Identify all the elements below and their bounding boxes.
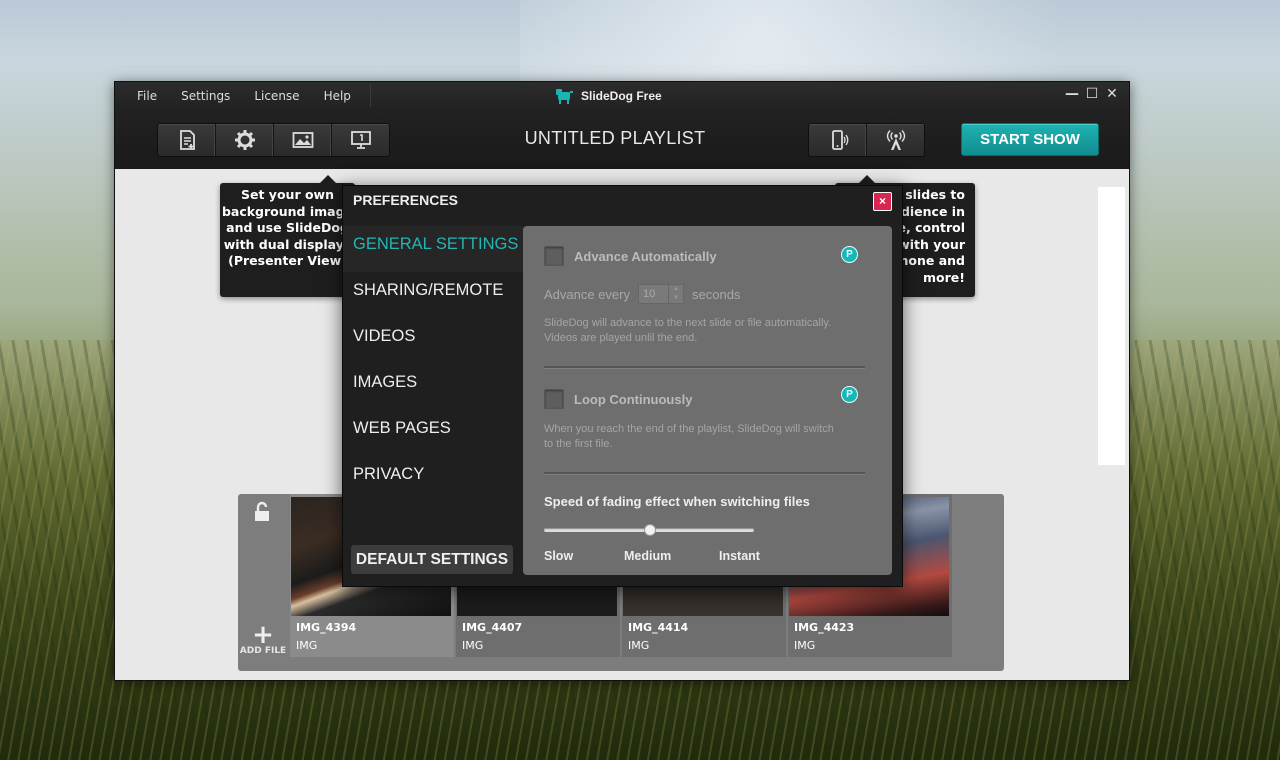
advance-seconds-value[interactable]: 10 xyxy=(639,288,655,300)
advance-automatically-row: Advance Automatically xyxy=(544,246,717,266)
item-type: IMG xyxy=(296,639,318,652)
advance-automatically-label: Advance Automatically xyxy=(574,248,717,264)
desc-line: to the first file. xyxy=(544,438,613,450)
close-window-button[interactable]: ✕ xyxy=(1105,86,1119,102)
speed-tick-instant: Instant xyxy=(719,549,760,563)
fade-speed-slider-knob[interactable] xyxy=(644,524,656,536)
fade-speed-slider[interactable] xyxy=(544,524,754,536)
fade-speed-label: Speed of fading effect when switching fi… xyxy=(544,494,810,509)
title-bar: File Settings License Help SlideDog Free… xyxy=(115,82,1129,109)
divider xyxy=(544,472,865,475)
divider xyxy=(544,366,865,369)
dialog-close-button[interactable]: × xyxy=(873,192,892,211)
tip-line: Set your own xyxy=(241,187,334,202)
advance-seconds-stepper[interactable]: 10 ▲ ▼ xyxy=(638,284,684,304)
item-type: IMG xyxy=(628,639,650,652)
menu-help[interactable]: Help xyxy=(312,89,363,103)
loop-continuously-checkbox[interactable] xyxy=(544,389,564,409)
pro-badge-icon: P xyxy=(841,246,858,263)
advance-automatically-checkbox[interactable] xyxy=(544,246,564,266)
menu-file[interactable]: File xyxy=(125,89,169,103)
menu-settings[interactable]: Settings xyxy=(169,89,242,103)
item-name: IMG_4423 xyxy=(794,621,855,634)
tip-line: with dual displays xyxy=(223,236,352,252)
phone-remote-icon xyxy=(831,130,848,150)
presenter-view-tooltip: Set your own background image and use Sl… xyxy=(220,175,355,297)
stepper-arrows-icon[interactable]: ▲ ▼ xyxy=(668,285,683,303)
advance-every-prefix: Advance every xyxy=(544,286,630,302)
slide-preview-panel xyxy=(1098,187,1125,465)
plus-icon: + xyxy=(252,620,274,650)
menu-license[interactable]: License xyxy=(242,89,311,103)
nav-videos[interactable]: VIDEOS xyxy=(343,318,523,364)
slidedog-logo-icon xyxy=(556,88,573,104)
advance-every-suffix: seconds xyxy=(692,286,741,302)
remote-phone-button[interactable] xyxy=(809,124,867,156)
dialog-title: PREFERENCES xyxy=(353,192,459,208)
start-show-button[interactable]: START SHOW xyxy=(961,123,1099,156)
app-title-text: SlideDog Free xyxy=(581,88,662,103)
loop-description: When you reach the end of the playlist, … xyxy=(544,422,874,452)
loop-continuously-label: Loop Continuously xyxy=(574,391,693,407)
advance-description: SlideDog will advance to the next slide … xyxy=(544,316,874,346)
item-name: IMG_4414 xyxy=(628,621,689,634)
general-settings-panel: Advance Automatically P Advance every 10… xyxy=(523,226,892,575)
desc-line: When you reach the end of the playlist, … xyxy=(544,423,834,435)
speed-tick-slow: Slow xyxy=(544,549,574,563)
nav-general-settings[interactable]: GENERAL SETTINGS xyxy=(343,226,533,272)
nav-sharing-remote[interactable]: SHARING/REMOTE xyxy=(343,272,523,318)
item-name: IMG_4407 xyxy=(462,621,523,634)
broadcast-button[interactable] xyxy=(867,124,924,156)
filmstrip-side: + ADD FILE xyxy=(238,494,288,671)
speed-tick-medium: Medium xyxy=(624,549,672,563)
nav-privacy[interactable]: PRIVACY xyxy=(343,456,523,502)
desc-line: SlideDog will advance to the next slide … xyxy=(544,317,832,329)
nav-images[interactable]: IMAGES xyxy=(343,364,523,410)
broadcast-icon xyxy=(886,130,905,150)
pro-badge-icon: P xyxy=(841,386,858,403)
item-type: IMG xyxy=(794,639,816,652)
maximize-button[interactable]: ☐ xyxy=(1085,86,1099,102)
toolbar: UNTITLED PLAYLIST START SHOW xyxy=(115,109,1129,169)
window-controls: — ☐ ✕ xyxy=(1065,86,1119,102)
app-title: SlideDog Free xyxy=(555,82,662,109)
menu-bar: File Settings License Help xyxy=(125,82,363,109)
menu-divider xyxy=(370,84,371,107)
nav-web-pages[interactable]: WEB PAGES xyxy=(343,410,523,456)
default-settings-button[interactable]: DEFAULT SETTINGS xyxy=(351,545,513,574)
desc-line: Videos are played unlil the end. xyxy=(544,332,698,344)
loop-continuously-row: Loop Continuously xyxy=(544,389,692,409)
add-file-label: ADD FILE xyxy=(239,646,287,656)
unlock-icon[interactable] xyxy=(250,500,274,524)
preferences-nav: GENERAL SETTINGS SHARING/REMOTE VIDEOS I… xyxy=(343,226,533,502)
minimize-button[interactable]: — xyxy=(1065,86,1079,102)
right-toolbar-group xyxy=(808,123,925,157)
add-file-control[interactable]: + ADD FILE xyxy=(238,620,288,656)
tip-line: (Presenter View) xyxy=(228,253,347,268)
item-name: IMG_4394 xyxy=(296,621,357,634)
tip-line: and use SlideDog xyxy=(226,220,349,235)
item-type: IMG xyxy=(462,639,484,652)
advance-every-row: Advance every 10 ▲ ▼ seconds xyxy=(544,284,740,304)
tip-line: background image xyxy=(221,203,354,219)
preferences-dialog: PREFERENCES × GENERAL SETTINGS SHARING/R… xyxy=(342,185,903,587)
